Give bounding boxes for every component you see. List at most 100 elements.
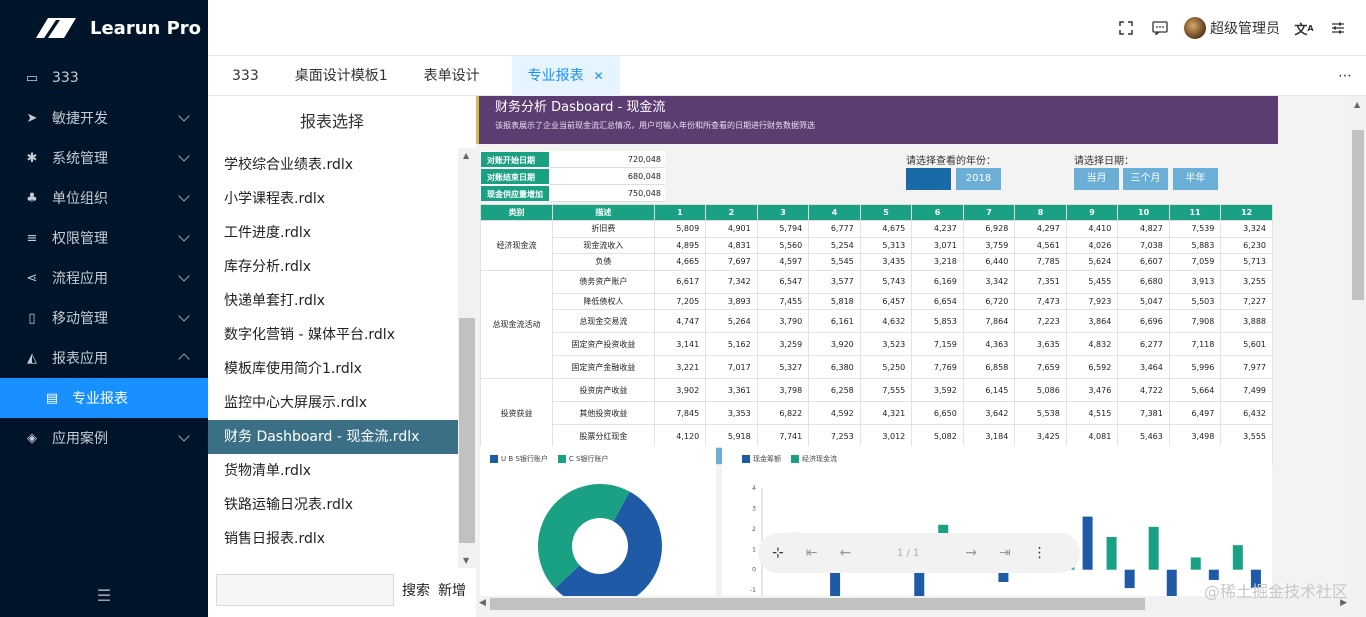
- description-cell: 债务资产账户: [552, 269, 655, 294]
- message-icon[interactable]: [1150, 18, 1170, 38]
- description-cell: 固定资产金融收益: [552, 355, 655, 380]
- tab-professional-report[interactable]: 专业报表 ✕: [511, 56, 620, 96]
- settings-sliders-icon[interactable]: [1328, 18, 1348, 38]
- report-list-item[interactable]: 货物清单.rdlx: [208, 454, 458, 488]
- chevron-down-icon: [178, 310, 190, 322]
- value-cell: 3,920: [808, 332, 861, 357]
- sidebar-item[interactable]: ≡ 权限管理: [0, 218, 208, 258]
- date-button-month[interactable]: 当月: [1074, 168, 1119, 190]
- y-tick-label: 4: [752, 485, 756, 492]
- sidebar-item[interactable]: ⋖ 流程应用: [0, 258, 208, 298]
- value-cell: 5,264: [705, 309, 758, 334]
- fit-page-icon[interactable]: ⊹: [772, 545, 784, 561]
- first-page-icon[interactable]: ⇤: [806, 545, 818, 561]
- value-cell: 7,227: [1220, 292, 1273, 311]
- prev-page-icon[interactable]: ←: [839, 545, 851, 561]
- viewer-vertical-scrollbar[interactable]: ▲: [1350, 96, 1366, 617]
- value-cell: 7,223: [1014, 309, 1067, 334]
- sidebar-item[interactable]: ➤ 敏捷开发: [0, 98, 208, 138]
- report-list-item[interactable]: 监控中心大屏展示.rdlx: [208, 386, 458, 420]
- value-cell: 7,785: [1014, 253, 1067, 271]
- fullscreen-icon[interactable]: [1116, 18, 1136, 38]
- date-button-half-year[interactable]: 半年: [1173, 168, 1218, 190]
- value-cell: 7,977: [1220, 355, 1273, 380]
- table-row: 固定资产金融收益 3,221 7,017 5,327 6,380 5,250 7,769 6,…: [481, 355, 1273, 380]
- report-list-item[interactable]: 模板库使用简介1.rdlx: [208, 352, 458, 386]
- report-search-input[interactable]: [216, 574, 394, 606]
- sidebar-item[interactable]: ◭ 报表应用: [0, 338, 208, 378]
- summary-row: 对账结束日期 680,048: [480, 168, 665, 185]
- value-cell: 7,342: [705, 269, 758, 294]
- sidebar-item[interactable]: ♣ 单位组织: [0, 178, 208, 218]
- user-menu[interactable]: 超级管理员: [1184, 17, 1280, 39]
- monitor-icon: ▭: [25, 70, 39, 86]
- logo-icon: [36, 18, 76, 38]
- report-list-item[interactable]: 库存分析.rdlx: [208, 250, 458, 284]
- sidebar-item-label: 单位组织: [52, 191, 108, 207]
- value-cell: 3,592: [911, 378, 964, 403]
- more-icon[interactable]: ⋯: [1338, 68, 1352, 84]
- report-list-item[interactable]: 铁路运输日况表.rdlx: [208, 488, 458, 522]
- value-cell: 7,864: [962, 309, 1016, 334]
- page-indicator[interactable]: 1 / 1: [873, 548, 943, 559]
- viewer-toolbar: ⊹ ⇤ ← 1 / 1 → ⇥ ⋮: [758, 533, 1080, 573]
- sidebar-item[interactable]: ▯ 移动管理: [0, 298, 208, 338]
- report-list: 学校综合业绩表.rdlx 小学课程表.rdlx 工件进度.rdlx 库存分析.rdlx…: [208, 148, 458, 568]
- report-list-item[interactable]: 销售日报表.rdlx: [208, 522, 458, 556]
- file-icon: ▤: [45, 390, 59, 406]
- value-cell: 4,081: [1065, 424, 1119, 449]
- value-cell: 6,457: [859, 292, 913, 311]
- value-cell: 5,794: [756, 220, 810, 238]
- report-list-scrollbar[interactable]: ▲ ▼: [458, 148, 476, 568]
- category-cell: 投资获益: [479, 378, 554, 449]
- collapse-menu-icon[interactable]: ☰: [0, 586, 208, 605]
- avatar: [1184, 17, 1206, 39]
- bar: [1148, 526, 1159, 570]
- y-tick-label: 2: [752, 526, 756, 533]
- value-cell: 5,853: [911, 309, 964, 334]
- value-cell: 6,617: [653, 269, 707, 294]
- value-cell: 4,363: [962, 332, 1016, 357]
- description-cell: 其他投资收益: [552, 401, 655, 426]
- sidebar-item[interactable]: ◈ 应用案例: [0, 418, 208, 458]
- sidebar-item[interactable]: ▤ 专业报表: [0, 378, 208, 418]
- year-select[interactable]: [906, 168, 951, 190]
- value-cell: 5,713: [1220, 253, 1273, 271]
- translate-icon[interactable]: 文A: [1294, 18, 1314, 38]
- sidebar-item[interactable]: ▭ 333: [0, 58, 208, 98]
- more-options-icon[interactable]: ⋮: [1033, 545, 1047, 561]
- value-cell: 7,908: [1168, 309, 1222, 334]
- report-list-item[interactable]: 快递单套打.rdlx: [208, 284, 458, 318]
- column-header: 描述: [552, 204, 655, 221]
- value-cell: 3,071: [911, 236, 964, 255]
- report-list-item[interactable]: 小学课程表.rdlx: [208, 182, 458, 216]
- search-button[interactable]: 搜索: [402, 580, 430, 600]
- tab-form-design[interactable]: 表单设计: [400, 56, 492, 96]
- report-list-item[interactable]: 数字化营销 - 媒体平台.rdlx: [208, 318, 458, 352]
- value-cell: 7,845: [653, 401, 707, 426]
- date-button-quarter[interactable]: 三个月: [1123, 168, 1168, 190]
- report-list-item[interactable]: 财务 Dashboard - 现金流.rdlx: [208, 420, 458, 454]
- tab-333[interactable]: 333: [208, 56, 271, 96]
- report-list-item[interactable]: 工件进度.rdlx: [208, 216, 458, 250]
- logo-text: Learun Pro: [90, 17, 202, 39]
- cube-icon: ◈: [27, 430, 37, 446]
- column-header: 3: [756, 204, 810, 221]
- value-cell: 6,258: [808, 378, 861, 403]
- chevron-up-icon: [178, 353, 190, 365]
- chevron-down-icon: [178, 150, 190, 162]
- value-cell: 5,313: [859, 236, 913, 255]
- last-page-icon[interactable]: ⇥: [999, 545, 1011, 561]
- app-logo[interactable]: Learun Pro: [0, 0, 208, 56]
- year-2018-button[interactable]: 2018: [956, 168, 1001, 190]
- value-cell: 3,476: [1065, 378, 1119, 403]
- tab-desktop-template[interactable]: 桌面设计模板1: [271, 56, 400, 96]
- next-page-icon[interactable]: →: [965, 545, 977, 561]
- sidebar-item[interactable]: ✱ 系统管理: [0, 138, 208, 178]
- value-cell: 5,809: [653, 220, 707, 238]
- add-button[interactable]: 新增: [438, 580, 466, 600]
- close-icon[interactable]: ✕: [594, 69, 604, 83]
- value-cell: 3,577: [808, 269, 861, 294]
- report-list-item[interactable]: 学校综合业绩表.rdlx: [208, 148, 458, 182]
- value-cell: 5,601: [1220, 332, 1273, 357]
